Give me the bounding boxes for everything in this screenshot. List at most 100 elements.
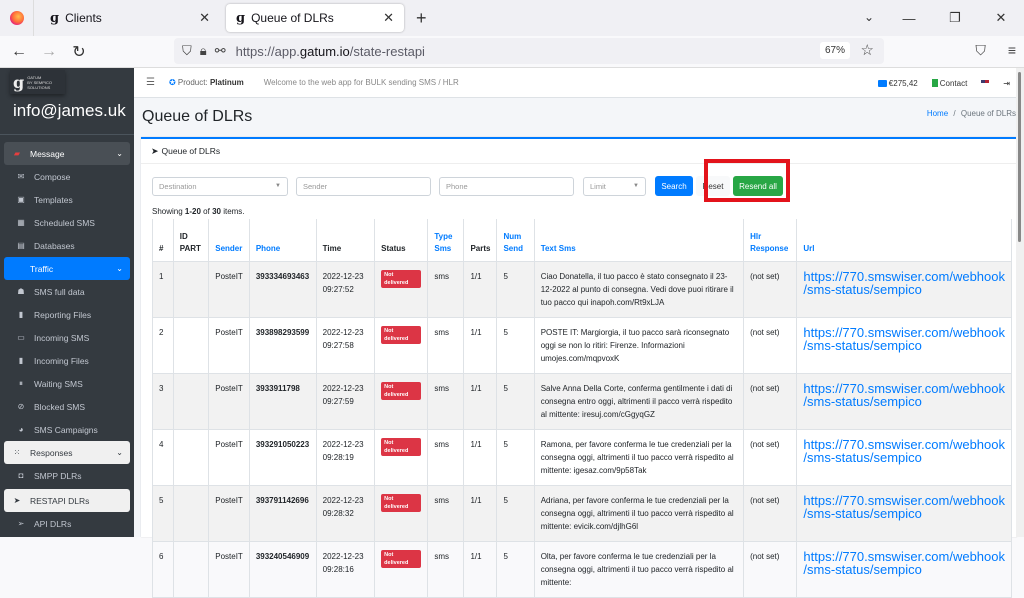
brand-logo[interactable]: g GATUM BY SEMPICO SOLUTIONS bbox=[10, 70, 65, 94]
cell-status: Not delivered bbox=[374, 484, 429, 542]
cell-num-send: 5 bbox=[496, 428, 535, 486]
cell-phone: 393240546909 bbox=[248, 540, 317, 598]
forward-icon[interactable]: → bbox=[34, 43, 64, 61]
page-scrollbar[interactable] bbox=[1016, 68, 1024, 537]
status-badge: Not delivered bbox=[381, 549, 422, 568]
sidebar-item-blocked-sms[interactable]: ⊘ Blocked SMS bbox=[4, 395, 130, 418]
lock-icon[interactable]: 🔒︎ bbox=[200, 43, 207, 59]
col-num-send[interactable]: Num Send bbox=[496, 219, 535, 262]
sidebar-item-sms-campaigns[interactable]: ◕ SMS Campaigns bbox=[4, 418, 130, 441]
balance-link[interactable]: €275,42 bbox=[877, 79, 918, 88]
list-tabs-chevron-icon[interactable]: ⌄ bbox=[864, 10, 874, 24]
tab-label: Queue of DLRs bbox=[251, 11, 334, 25]
brand-tagline: BY SEMPICO SOLUTIONS bbox=[27, 79, 53, 90]
limit-select[interactable]: Limit ▼ bbox=[583, 176, 646, 196]
table-row: 3 PosteIT 3933911798 2022-12-23 09:27:59 Not … bbox=[152, 372, 1012, 430]
cell-phone: 393898293599 bbox=[248, 316, 317, 374]
col-sender[interactable]: Sender bbox=[208, 219, 250, 262]
restore-icon[interactable]: ❐ bbox=[932, 10, 978, 26]
cell-parts: 1/1 bbox=[463, 484, 498, 542]
sidebar-item-responses[interactable]: ⁙ Responses ⌄ bbox=[4, 441, 130, 464]
permissions-icon[interactable]: ⚯ bbox=[215, 43, 226, 59]
sender-input[interactable]: Sender bbox=[296, 176, 431, 196]
close-tab-icon[interactable]: ✕ bbox=[383, 10, 394, 26]
new-tab-button[interactable]: + bbox=[416, 8, 427, 29]
url-link[interactable]: /sms-status/sempico bbox=[803, 338, 921, 353]
url-path: /state-restapi bbox=[349, 43, 425, 59]
col-hlr-response[interactable]: Hlr Response bbox=[743, 219, 798, 262]
cell-text-sms: Ramona, per favore conferma le tue crede… bbox=[533, 428, 745, 486]
cell-sender: PosteIT bbox=[208, 260, 250, 318]
sidebar-item-sms-full-data[interactable]: ☗ SMS full data bbox=[4, 280, 130, 303]
cell-text-sms: Ciao Donatella, il tuo pacco è stato con… bbox=[533, 260, 745, 318]
url-link[interactable]: /sms-status/sempico bbox=[803, 282, 921, 297]
firefox-logo-icon[interactable] bbox=[0, 0, 34, 36]
col-text-sms[interactable]: Text Sms bbox=[533, 219, 745, 262]
url-link[interactable]: /sms-status/sempico bbox=[803, 394, 921, 409]
sidebar-item-scheduled-sms[interactable]: ▦ Scheduled SMS bbox=[4, 211, 130, 234]
cell-url[interactable]: https://770.smswiser.com/webhook/sms-sta… bbox=[796, 484, 1012, 542]
zoom-level-badge[interactable]: 67% bbox=[819, 42, 850, 59]
menu-icon[interactable]: ≡ bbox=[1008, 42, 1016, 59]
tab-queue-of-dlrs[interactable]: ɡ Queue of DLRs ✕ bbox=[226, 4, 404, 32]
breadcrumb-home[interactable]: Home bbox=[927, 109, 948, 118]
sidebar-item-restapi-dlrs[interactable]: ➤ RESTAPI DLRs bbox=[4, 489, 130, 512]
url-text[interactable]: https://app.gatum.io/state-restapi bbox=[236, 44, 425, 59]
col-type-sms[interactable]: Type Sms bbox=[427, 219, 465, 262]
url-link[interactable]: /sms-status/sempico bbox=[803, 506, 921, 521]
back-icon[interactable]: ← bbox=[4, 43, 34, 61]
browser-tab-bar: ɡ Clients ✕ ɡ Queue of DLRs ✕ + ⌄ — ❐ ✕ bbox=[0, 0, 1024, 36]
sidebar-item-reporting-files[interactable]: ▮ Reporting Files bbox=[4, 303, 130, 326]
close-tab-icon[interactable]: ✕ bbox=[199, 10, 210, 26]
user-email[interactable]: info@james.uk bbox=[13, 101, 126, 121]
cell-url[interactable]: https://770.smswiser.com/webhook/sms-sta… bbox=[796, 260, 1012, 318]
contact-link[interactable]: Contact bbox=[931, 79, 967, 88]
shield-icon[interactable]: ⛉ bbox=[182, 43, 192, 59]
cell-url[interactable]: https://770.smswiser.com/webhook/sms-sta… bbox=[796, 540, 1012, 598]
pocket-icon[interactable]: ⛉ bbox=[975, 42, 986, 59]
top-navbar-right: €275,42 Contact ⇥ bbox=[877, 68, 1010, 98]
sidebar-item-traffic[interactable]: Traffic ⌄ bbox=[4, 257, 130, 280]
sidebar-item-waiting-sms[interactable]: ⏸ Waiting SMS bbox=[4, 372, 130, 395]
cell-url[interactable]: https://770.smswiser.com/webhook/sms-sta… bbox=[796, 428, 1012, 486]
cell-text-sms: Salve Anna Della Corte, conferma gentilm… bbox=[533, 372, 745, 430]
reload-icon[interactable]: ↻ bbox=[64, 42, 94, 62]
sidebar-item-compose[interactable]: ✉ Compose bbox=[4, 165, 130, 188]
hamburger-menu-icon[interactable]: ☰ bbox=[146, 77, 155, 88]
sender-placeholder: Sender bbox=[303, 181, 328, 191]
phone-input[interactable]: Phone bbox=[439, 176, 574, 196]
sidebar-item-api-dlrs[interactable]: ➢ API DLRs bbox=[4, 512, 130, 535]
cell-url[interactable]: https://770.smswiser.com/webhook/sms-sta… bbox=[796, 372, 1012, 430]
sidebar-item-databases[interactable]: ▤ Databases bbox=[4, 234, 130, 257]
col-url[interactable]: Url bbox=[796, 219, 1012, 262]
sidebar-item-incoming-sms[interactable]: ▭ Incoming SMS bbox=[4, 326, 130, 349]
tab-clients[interactable]: ɡ Clients ✕ bbox=[40, 4, 220, 32]
sidebar-item-incoming-files[interactable]: ▮ Incoming Files bbox=[4, 349, 130, 372]
search-button[interactable]: Search bbox=[655, 176, 693, 196]
cell-status: Not delivered bbox=[374, 372, 429, 430]
bookmark-star-icon[interactable]: ☆ bbox=[861, 41, 874, 59]
cell-type-sms: sms bbox=[427, 260, 465, 318]
summary-suffix: items. bbox=[220, 207, 245, 216]
sidebar-item-message[interactable]: ▰ Message ⌄ bbox=[4, 142, 130, 165]
close-window-icon[interactable]: ✕ bbox=[978, 10, 1024, 26]
logout-icon[interactable]: ⇥ bbox=[1003, 79, 1010, 88]
us-flag-icon[interactable] bbox=[981, 80, 990, 86]
cell-url[interactable]: https://770.smswiser.com/webhook/sms-sta… bbox=[796, 316, 1012, 374]
scrollbar-thumb[interactable] bbox=[1018, 72, 1021, 242]
chevron-down-icon: ⌄ bbox=[116, 264, 123, 273]
url-link[interactable]: /sms-status/sempico bbox=[803, 562, 921, 577]
clipboard-icon: ▤ bbox=[17, 241, 25, 250]
url-link[interactable]: /sms-status/sempico bbox=[803, 450, 921, 465]
col-phone[interactable]: Phone bbox=[248, 219, 317, 262]
col-number: # bbox=[152, 219, 174, 262]
sidebar-item-templates[interactable]: ▣ Templates bbox=[4, 188, 130, 211]
destination-select[interactable]: Destination ▼ bbox=[152, 176, 288, 196]
sidebar-item-smpp-dlrs[interactable]: ◘ SMPP DLRs bbox=[4, 464, 130, 487]
cell-sender: PosteIT bbox=[208, 372, 250, 430]
filter-bar: Destination ▼ Sender Phone Limit ▼ Search … bbox=[152, 176, 783, 196]
url-bar[interactable]: ⛉ 🔒︎ ⚯ https://app.gatum.io/state-restap… bbox=[174, 38, 884, 64]
minimize-icon[interactable]: — bbox=[886, 11, 932, 26]
status-badge: Not delivered bbox=[381, 493, 422, 512]
browser-toolbar-right: ⛉ ≡ bbox=[975, 42, 1016, 59]
